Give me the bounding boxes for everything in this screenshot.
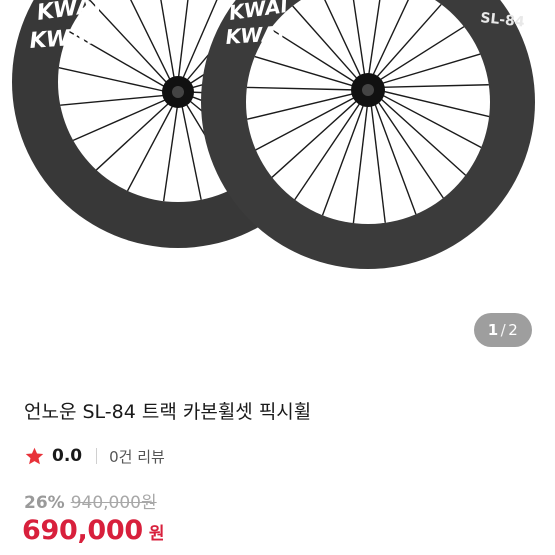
review-count-link[interactable]: 0건 리뷰 bbox=[109, 446, 165, 467]
original-price: 940,000원 bbox=[70, 493, 157, 513]
product-title: 언노운 SL-84 트랙 카본휠셋 픽시휠 bbox=[24, 401, 312, 423]
rating-value: 0.0 bbox=[52, 446, 83, 466]
sale-price-row: 690,000 원 bbox=[22, 515, 165, 546]
currency-unit: 원 bbox=[148, 524, 165, 544]
image-counter-total: 2 bbox=[508, 321, 519, 339]
star-icon bbox=[25, 447, 44, 464]
wheelset-image: KWAI KWAI SL-84 KWAI KWAI bbox=[12, 0, 535, 269]
image-counter: 1 / 2 bbox=[474, 313, 532, 347]
svg-text:KWAI: KWAI bbox=[29, 25, 96, 54]
sale-price: 690,000 bbox=[22, 515, 143, 546]
rating-row[interactable]: 0.0 0건 리뷰 bbox=[24, 444, 165, 468]
discount-rate: 26% bbox=[24, 493, 65, 513]
discount-row: 26% 940,000원 bbox=[24, 488, 157, 513]
svg-text:KWAI: KWAI bbox=[225, 21, 286, 49]
rating-divider bbox=[96, 448, 98, 464]
image-counter-separator: / bbox=[500, 321, 507, 339]
image-counter-current: 1 bbox=[487, 321, 499, 339]
product-image-gallery[interactable]: KWAI KWAI SL-84 KWAI KWAI 1 / 2 bbox=[0, 0, 555, 368]
